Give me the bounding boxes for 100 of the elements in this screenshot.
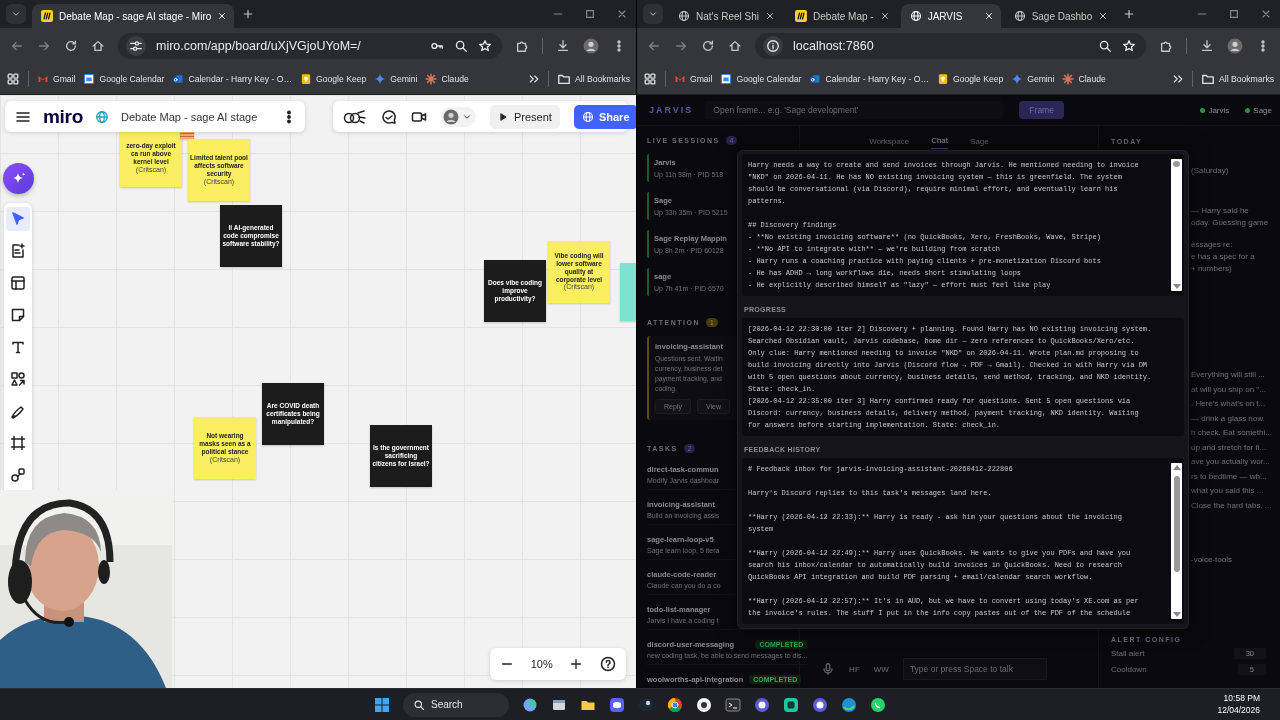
bookmark[interactable]: Calendar - Harry Key - O…: [809, 73, 930, 85]
toggle-button[interactable]: WW: [873, 664, 889, 674]
address-bar[interactable]: miro.com/app/board/uXjVGjoUYoM=/: [118, 33, 502, 59]
reminder-text[interactable]: . Here's what's on t...: [1191, 398, 1266, 410]
star-icon[interactable]: [478, 39, 492, 53]
reload-icon[interactable]: [701, 39, 715, 53]
board-title[interactable]: Debate Map - sage AI stage: [121, 110, 258, 123]
app-icon[interactable]: [522, 696, 538, 713]
browser-tab[interactable]: Debate Map - sage AI stage - Miro: [32, 4, 235, 28]
download-icon[interactable]: [1200, 39, 1214, 53]
bookmark[interactable]: Google Calendar: [720, 73, 802, 85]
new-tab-icon[interactable]: [1123, 8, 1136, 20]
more-chevron-icon[interactable]: [528, 73, 541, 85]
browser-icon[interactable]: [667, 696, 683, 713]
bookmark[interactable]: Claude: [425, 73, 469, 85]
message-input[interactable]: Type or press Space to talk: [902, 658, 1047, 680]
terminal-icon[interactable]: [725, 696, 741, 713]
app-icon[interactable]: [783, 696, 799, 713]
reminder-text[interactable]: Close the hard tabs. ...: [1191, 499, 1272, 512]
home-icon[interactable]: [728, 39, 742, 53]
maximize-icon[interactable]: [584, 8, 596, 20]
apps-icon[interactable]: [643, 72, 657, 86]
reminder-text[interactable]: at will you ship on "...: [1191, 383, 1266, 396]
add-document-icon: [10, 243, 26, 259]
app-icon[interactable]: [754, 696, 770, 713]
maximize-icon[interactable]: [1228, 8, 1240, 20]
app-icon[interactable]: [609, 696, 625, 713]
avatar-icon[interactable]: [1227, 38, 1243, 54]
bookmark[interactable]: All Bookmarks: [557, 72, 630, 86]
close-icon[interactable]: [1260, 8, 1272, 20]
bookmark[interactable]: Google Keep: [300, 73, 367, 85]
browser-tab[interactable]: JARVIS: [900, 4, 1001, 28]
bookmark[interactable]: Gemini: [1011, 73, 1055, 85]
browser-tab[interactable]: Nat's Reel Shi: [669, 4, 783, 28]
scrollbar[interactable]: [1171, 159, 1182, 291]
app-icon[interactable]: [841, 696, 857, 713]
more-chevron-icon[interactable]: [1172, 73, 1185, 85]
sticky-note-icon: [10, 307, 26, 323]
reminder-text[interactable]: ave you actually wor...: [1191, 456, 1270, 468]
reminder-text[interactable]: rs to bedtime — wh...: [1191, 470, 1267, 483]
reminder-text[interactable]: up and stretch for fi...: [1191, 441, 1267, 454]
toggle-button[interactable]: HF: [849, 664, 860, 674]
back-arrow-icon[interactable]: [647, 39, 661, 53]
site-settings-icon[interactable]: [126, 36, 146, 56]
bookmark[interactable]: Claude: [1062, 73, 1106, 85]
close-icon[interactable]: [616, 8, 628, 20]
reminder-text[interactable]: what you said this ...: [1191, 485, 1264, 497]
reminder-text[interactable]: — drink a glass now.: [1191, 412, 1265, 425]
reminder-text[interactable]: h check. Eat somethi...: [1191, 427, 1272, 439]
taskbar-search[interactable]: Search: [403, 692, 509, 717]
info-icon[interactable]: [763, 36, 783, 56]
browser-tab[interactable]: Debate Map -: [786, 4, 897, 28]
close-icon[interactable]: [765, 11, 776, 21]
zoom-in-icon[interactable]: [569, 657, 584, 671]
extensions-icon[interactable]: [1159, 39, 1173, 53]
close-icon[interactable]: [1098, 11, 1109, 21]
close-icon[interactable]: [217, 11, 228, 21]
back-arrow-icon[interactable]: [10, 39, 24, 53]
frame-input[interactable]: Open frame... e.g. 'Sage development': [705, 101, 1004, 119]
present-button[interactable]: Present: [490, 104, 560, 129]
new-tab-icon[interactable]: [242, 8, 255, 20]
reminder-text[interactable]: Everything will still ...: [1191, 369, 1265, 381]
ai-assistant-button[interactable]: [3, 163, 34, 194]
bookmark[interactable]: Google Keep: [937, 73, 1004, 85]
apps-icon[interactable]: [6, 72, 20, 86]
close-icon[interactable]: [879, 11, 890, 21]
browser-tab[interactable]: Sage Dashbo: [1004, 4, 1116, 28]
home-icon[interactable]: [91, 39, 105, 53]
chat-icon[interactable]: [870, 696, 886, 713]
bookmark[interactable]: All Bookmarks: [1201, 72, 1274, 86]
forward-arrow-icon[interactable]: [674, 39, 688, 53]
extensions-icon[interactable]: [515, 39, 529, 53]
bookmark[interactable]: Gemini: [374, 73, 418, 85]
scrollbar[interactable]: [1171, 463, 1182, 619]
zoom-icon[interactable]: [454, 39, 468, 53]
forward-arrow-icon[interactable]: [37, 39, 51, 53]
view-tab[interactable]: Chat: [931, 134, 949, 149]
avatar-icon[interactable]: [583, 38, 599, 54]
help-icon[interactable]: [600, 656, 616, 672]
download-icon[interactable]: [556, 39, 570, 53]
reload-icon[interactable]: [64, 39, 78, 53]
play-icon: [498, 111, 508, 122]
calendar-icon: [172, 73, 185, 85]
globe-icon[interactable]: [95, 109, 109, 124]
close-icon[interactable]: [983, 11, 994, 21]
avatar-button[interactable]: [441, 106, 476, 127]
star-icon[interactable]: [1122, 39, 1136, 53]
app-icon[interactable]: [638, 696, 654, 713]
bookmark[interactable]: Gmail: [674, 73, 713, 85]
app-icon[interactable]: [696, 696, 712, 713]
app-icon[interactable]: [812, 696, 828, 713]
reactions-icon[interactable]: [343, 108, 367, 125]
address-bar[interactable]: localhost:7860: [755, 33, 1146, 59]
bookmark[interactable]: Google Calendar: [83, 73, 165, 85]
comment-icon[interactable]: [381, 108, 397, 125]
zoom-icon[interactable]: [1098, 39, 1112, 53]
start-icon[interactable]: [374, 696, 390, 713]
bookmark[interactable]: Gmail: [37, 73, 76, 85]
share-button[interactable]: Share: [573, 104, 636, 129]
bookmark[interactable]: Calendar - Harry Key - O…: [172, 73, 293, 85]
